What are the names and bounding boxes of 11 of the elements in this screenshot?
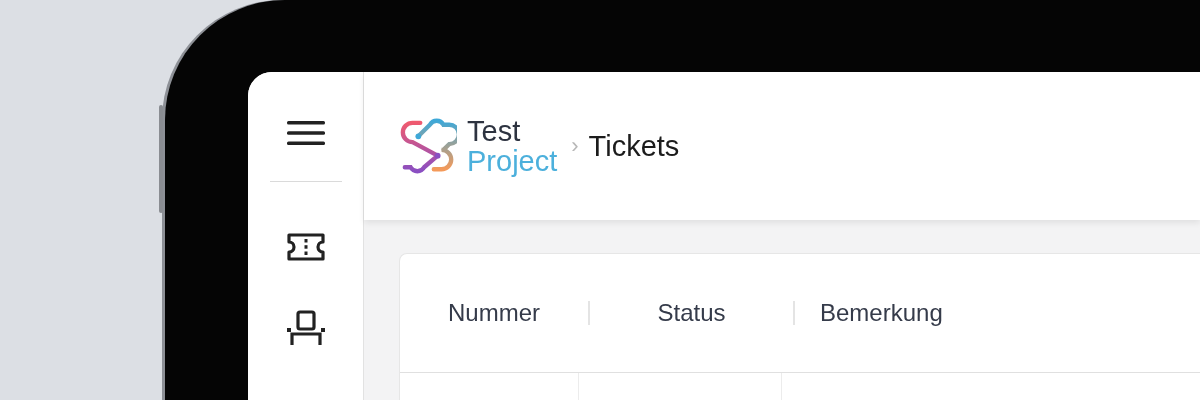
logo-icon <box>399 117 457 175</box>
page-title: Tickets <box>588 129 680 163</box>
armchair-icon[interactable] <box>285 310 326 346</box>
logo-text: Test <box>467 116 522 146</box>
logo-text: Project <box>467 146 558 176</box>
column-header[interactable]: Bemerkung <box>820 299 943 327</box>
column-header[interactable]: Status <box>657 299 726 327</box>
breadcrumb-separator: › <box>571 133 579 159</box>
ticket-icon[interactable] <box>285 232 326 262</box>
menu-icon[interactable] <box>286 121 325 145</box>
column-header[interactable]: Nummer <box>448 299 540 327</box>
